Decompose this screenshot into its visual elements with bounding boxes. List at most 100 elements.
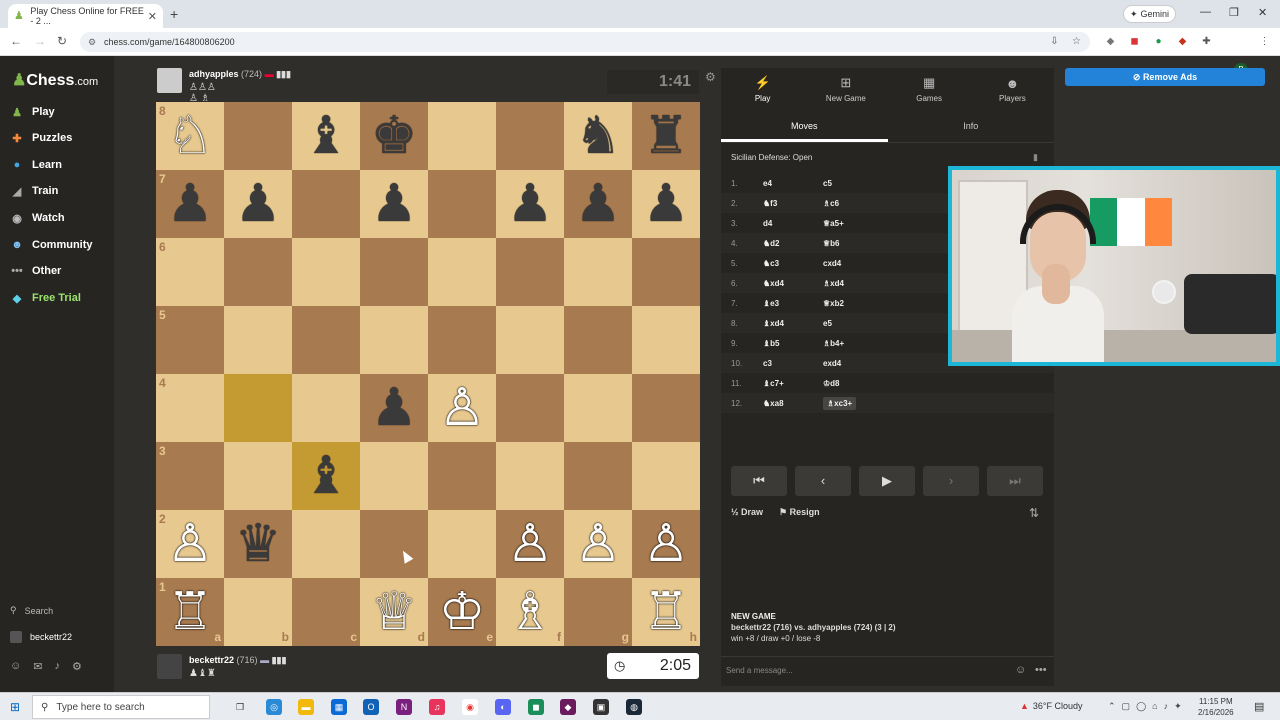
black-move[interactable]: c5	[823, 179, 903, 188]
square-e8[interactable]	[428, 102, 496, 170]
black-move[interactable]: ♔d8	[823, 379, 903, 388]
play-moves-button[interactable]: ▶	[859, 466, 915, 496]
square-a4[interactable]: 4	[156, 374, 224, 442]
flip-board-icon[interactable]: ⇅	[1029, 506, 1039, 520]
square-e3[interactable]	[428, 442, 496, 510]
extension-orange-icon[interactable]: ◆	[1176, 35, 1189, 48]
black-pawn-icon[interactable]: ♟	[167, 178, 214, 230]
square-g2[interactable]: ♙	[564, 510, 632, 578]
white-king-icon[interactable]: ♔	[439, 586, 486, 638]
square-d2[interactable]	[360, 510, 428, 578]
white-move[interactable]: ♞xa8	[757, 399, 823, 408]
extensions-puzzle-icon[interactable]: ✚	[1200, 35, 1213, 48]
emoji-icon[interactable]: ☺	[1015, 664, 1026, 676]
white-move[interactable]: ♝xd4	[757, 319, 823, 328]
opening-name[interactable]: Sicilian Defense: Open	[731, 153, 812, 162]
sidebar-item-community[interactable]: ☻ Community	[10, 235, 92, 255]
white-rook-icon[interactable]: ♖	[643, 586, 690, 638]
square-h1[interactable]: h ♖	[632, 578, 700, 646]
opening-book-icon[interactable]: ▮	[1033, 152, 1038, 163]
chess-logo[interactable]: ♟Chess.com	[12, 70, 98, 90]
square-e1[interactable]: e ♔	[428, 578, 496, 646]
black-bishop-icon[interactable]: ♝	[303, 450, 350, 502]
square-g7[interactable]: ♟	[564, 170, 632, 238]
first-move-button[interactable]: ⏮	[731, 466, 787, 496]
app-next-icon[interactable]: N	[396, 699, 412, 715]
black-move[interactable]: ♕xb2	[823, 299, 903, 308]
previous-move-button[interactable]: ‹	[795, 466, 851, 496]
reload-icon[interactable]: ↻	[57, 34, 67, 48]
music-icon[interactable]: ♫	[429, 699, 445, 715]
file-explorer-icon[interactable]: ▬	[298, 699, 314, 715]
back-icon[interactable]: ←	[10, 34, 22, 48]
tab-players[interactable]: ☻ Players	[971, 68, 1054, 110]
avatar[interactable]	[157, 654, 182, 679]
extension-green-icon[interactable]: ●	[1152, 35, 1165, 48]
black-move[interactable]: ♗xc3+	[823, 396, 857, 410]
square-b2[interactable]: ♛	[224, 510, 292, 578]
notifications-icon[interactable]: ▤	[1254, 700, 1264, 713]
more-options-icon[interactable]: •••	[1035, 664, 1047, 676]
white-move[interactable]: ♞c3	[757, 259, 823, 268]
square-f5[interactable]	[496, 306, 564, 374]
black-move[interactable]: ♕a5+	[823, 219, 903, 228]
white-knight-icon[interactable]: ♘	[167, 110, 214, 162]
square-b7[interactable]: ♟	[224, 170, 292, 238]
extension-red-icon[interactable]: ◼	[1128, 35, 1141, 48]
chess-board[interactable]: 8 ♘ ♝ ♚ ♞ ♜ 7 ♟ ♟ ♟ ♟ ♟ ♟ 6 5 4 ♟ ♙ 3 ♝ 2 ♙ ♛ ♙ ♙ ♙ 1 a ♖ b c d ♕ e ♔ f ♗ g h ♖	[156, 102, 700, 646]
sidebar-item-puzzles[interactable]: ✚ Puzzles	[10, 128, 72, 148]
black-bishop-icon[interactable]: ♝	[303, 110, 350, 162]
square-d3[interactable]	[360, 442, 428, 510]
square-d5[interactable]	[360, 306, 428, 374]
black-rook-icon[interactable]: ♜	[643, 110, 690, 162]
square-h6[interactable]	[632, 238, 700, 306]
white-bishop-icon[interactable]: ♗	[507, 586, 554, 638]
square-e4[interactable]: ♙	[428, 374, 496, 442]
tab-games[interactable]: ▦ Games	[888, 68, 971, 110]
square-d1[interactable]: d ♕	[360, 578, 428, 646]
black-move[interactable]: e5	[823, 319, 903, 328]
task-view-icon[interactable]: ❒	[232, 699, 248, 715]
tab-new-game[interactable]: ⊞ New Game	[804, 68, 887, 110]
avatar[interactable]	[157, 68, 182, 93]
square-f3[interactable]	[496, 442, 564, 510]
site-info-icon[interactable]: ⚙	[88, 37, 96, 48]
white-queen-icon[interactable]: ♕	[371, 586, 418, 638]
copilot-icon[interactable]: ◎	[266, 699, 282, 715]
square-a6[interactable]: 6	[156, 238, 224, 306]
square-a2[interactable]: 2 ♙	[156, 510, 224, 578]
square-h8[interactable]: ♜	[632, 102, 700, 170]
square-h3[interactable]	[632, 442, 700, 510]
white-move[interactable]: ♞xd4	[757, 279, 823, 288]
black-king-icon[interactable]: ♚	[371, 110, 418, 162]
white-pawn-icon[interactable]: ♙	[507, 518, 554, 570]
white-pawn-icon[interactable]: ♙	[167, 518, 214, 570]
sidebar-search[interactable]: ⚲ Search	[10, 605, 53, 616]
messages-icon[interactable]: ✉	[33, 660, 42, 673]
black-pawn-icon[interactable]: ♟	[507, 178, 554, 230]
tray-app3-icon[interactable]: ✦	[1174, 701, 1182, 712]
resign-button[interactable]: ⚑ Resign	[779, 507, 820, 518]
square-f7[interactable]: ♟	[496, 170, 564, 238]
black-pawn-icon[interactable]: ♟	[575, 178, 622, 230]
white-pawn-icon[interactable]: ♙	[643, 518, 690, 570]
square-d8[interactable]: ♚	[360, 102, 428, 170]
black-move[interactable]: ♗b4+	[823, 339, 903, 348]
square-b3[interactable]	[224, 442, 292, 510]
square-b4[interactable]	[224, 374, 292, 442]
black-pawn-icon[interactable]: ♟	[371, 178, 418, 230]
sidebar-item-watch[interactable]: ◉ Watch	[10, 208, 64, 228]
square-c2[interactable]	[292, 510, 360, 578]
app-dark-icon[interactable]: ▣	[593, 699, 609, 715]
square-c8[interactable]: ♝	[292, 102, 360, 170]
extension-icon[interactable]: ◆	[1104, 35, 1117, 48]
outlook-icon[interactable]: O	[363, 699, 379, 715]
sidebar-item-free-trial[interactable]: ◆ Free Trial	[10, 288, 81, 308]
notifications-bell-icon[interactable]: ♪	[54, 660, 60, 673]
sidebar-item-train[interactable]: ◢ Train	[10, 181, 59, 201]
square-d4[interactable]: ♟	[360, 374, 428, 442]
windows-start-icon[interactable]: ⊞	[10, 700, 20, 714]
sidebar-user[interactable]: beckettr22	[10, 631, 72, 643]
square-c1[interactable]: c	[292, 578, 360, 646]
black-pawn-icon[interactable]: ♟	[371, 382, 418, 434]
